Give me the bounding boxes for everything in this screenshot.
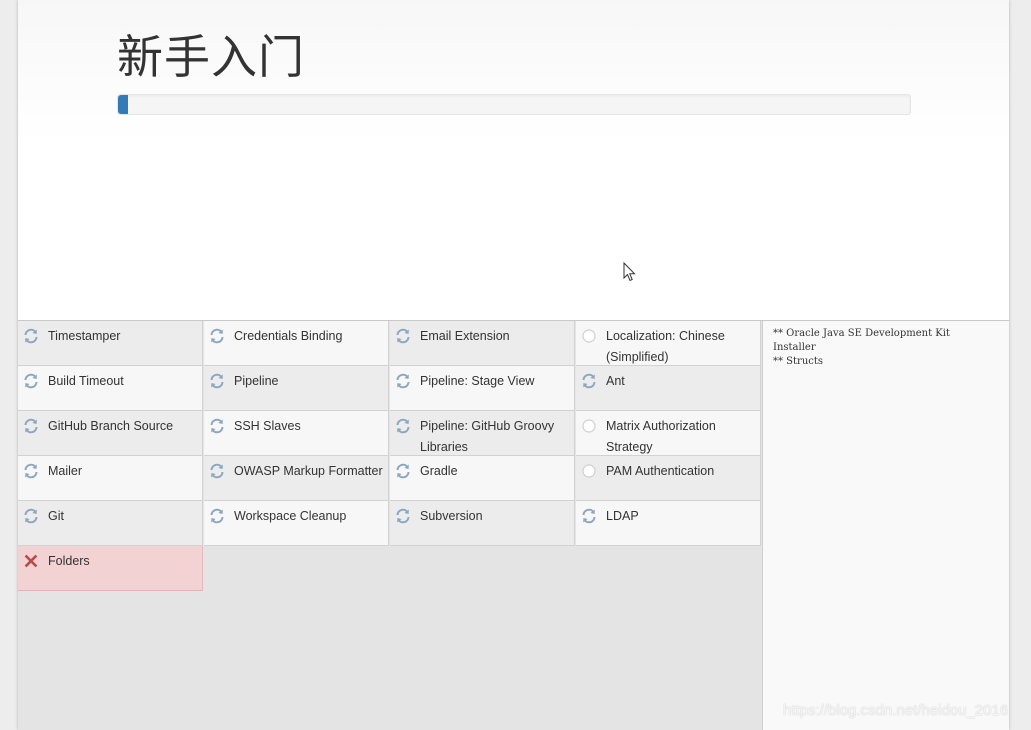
plugin-label: Timestamper xyxy=(48,329,121,343)
refresh-icon xyxy=(210,418,224,434)
plugin-label: Email Extension xyxy=(420,329,510,343)
plugin-item: Credentials Binding xyxy=(204,321,389,366)
plugin-item: PAM Authentication xyxy=(576,456,761,501)
plugin-item: Gradle xyxy=(390,456,575,501)
plugin-label: Folders xyxy=(48,554,90,568)
refresh-icon xyxy=(24,463,38,479)
plugin-label: OWASP Markup Formatter xyxy=(234,464,383,478)
plugin-label: Workspace Cleanup xyxy=(234,509,347,523)
circle-icon xyxy=(582,329,596,343)
refresh-icon xyxy=(24,328,38,344)
plugin-item: Subversion xyxy=(390,501,575,546)
plugin-item: Timestamper xyxy=(18,321,203,366)
watermark: https://blog.csdn.net/heidou_2016 xyxy=(783,702,1009,719)
log-line: ** Oracle Java SE Development Kit xyxy=(773,328,950,339)
plugin-item: Folders xyxy=(18,546,203,591)
mouse-cursor-icon xyxy=(623,262,636,282)
refresh-icon xyxy=(210,463,224,479)
install-progress-fill xyxy=(118,95,128,114)
plugin-label: Build Timeout xyxy=(48,374,124,388)
plugin-label: Pipeline: GitHub Groovy Libraries xyxy=(420,419,555,454)
install-progress-bar xyxy=(117,94,911,115)
plugin-label: Subversion xyxy=(420,509,483,523)
circle-icon xyxy=(582,464,596,478)
refresh-icon xyxy=(210,373,224,389)
refresh-icon xyxy=(24,373,38,389)
plugin-item: Workspace Cleanup xyxy=(204,501,389,546)
plugin-install-area: Timestamper Credentials Binding Email Exte… xyxy=(18,321,1009,730)
page-title: 新手入门 xyxy=(117,30,305,84)
plugin-item: OWASP Markup Formatter xyxy=(204,456,389,501)
refresh-icon xyxy=(396,418,410,434)
plugin-item: Git xyxy=(18,501,203,546)
plugin-item: Pipeline: GitHub Groovy Libraries xyxy=(390,411,575,456)
plugin-label: Ant xyxy=(606,374,625,388)
plugin-label: Credentials Binding xyxy=(234,329,343,343)
circle-icon xyxy=(582,419,596,433)
refresh-icon xyxy=(396,508,410,524)
plugin-label: Gradle xyxy=(420,464,458,478)
plugin-label: Mailer xyxy=(48,464,83,478)
plugin-label: PAM Authentication xyxy=(606,464,715,478)
install-log[interactable]: ** Oracle Java SE Development Kit Install… xyxy=(762,321,1009,730)
refresh-icon xyxy=(582,373,596,389)
refresh-icon xyxy=(210,508,224,524)
wizard-header: 新手入门 xyxy=(18,0,1009,321)
refresh-icon xyxy=(396,373,410,389)
plugin-label: LDAP xyxy=(606,509,639,523)
refresh-icon xyxy=(396,463,410,479)
plugin-label: SSH Slaves xyxy=(234,419,301,433)
plugin-item: Matrix Authorization Strategy xyxy=(576,411,761,456)
plugin-label: Localization: Chinese (Simplified) xyxy=(606,329,725,364)
refresh-icon xyxy=(582,508,596,524)
plugin-item: Email Extension xyxy=(390,321,575,366)
log-line: ** Structs xyxy=(773,356,824,367)
plugin-item: Ant xyxy=(576,366,761,411)
plugin-label: GitHub Branch Source xyxy=(48,419,174,433)
setup-wizard-panel: 新手入门 Timestamper Credentials Binding Email… xyxy=(18,0,1009,730)
refresh-icon xyxy=(396,328,410,344)
refresh-icon xyxy=(210,328,224,344)
plugin-label: Git xyxy=(48,509,64,523)
plugin-item: Pipeline xyxy=(204,366,389,411)
plugin-item: Mailer xyxy=(18,456,203,501)
cross-icon xyxy=(24,554,38,568)
plugin-item: Pipeline: Stage View xyxy=(390,366,575,411)
plugin-label: Matrix Authorization Strategy xyxy=(606,419,716,454)
log-line: Installer xyxy=(773,342,816,353)
refresh-icon xyxy=(24,508,38,524)
refresh-icon xyxy=(24,418,38,434)
plugin-label: Pipeline: Stage View xyxy=(420,374,535,388)
plugin-item: SSH Slaves xyxy=(204,411,389,456)
plugin-item: Localization: Chinese (Simplified) xyxy=(576,321,761,366)
plugin-item: Build Timeout xyxy=(18,366,203,411)
plugin-item: LDAP xyxy=(576,501,761,546)
plugin-label: Pipeline xyxy=(234,374,279,388)
plugin-item: GitHub Branch Source xyxy=(18,411,203,456)
